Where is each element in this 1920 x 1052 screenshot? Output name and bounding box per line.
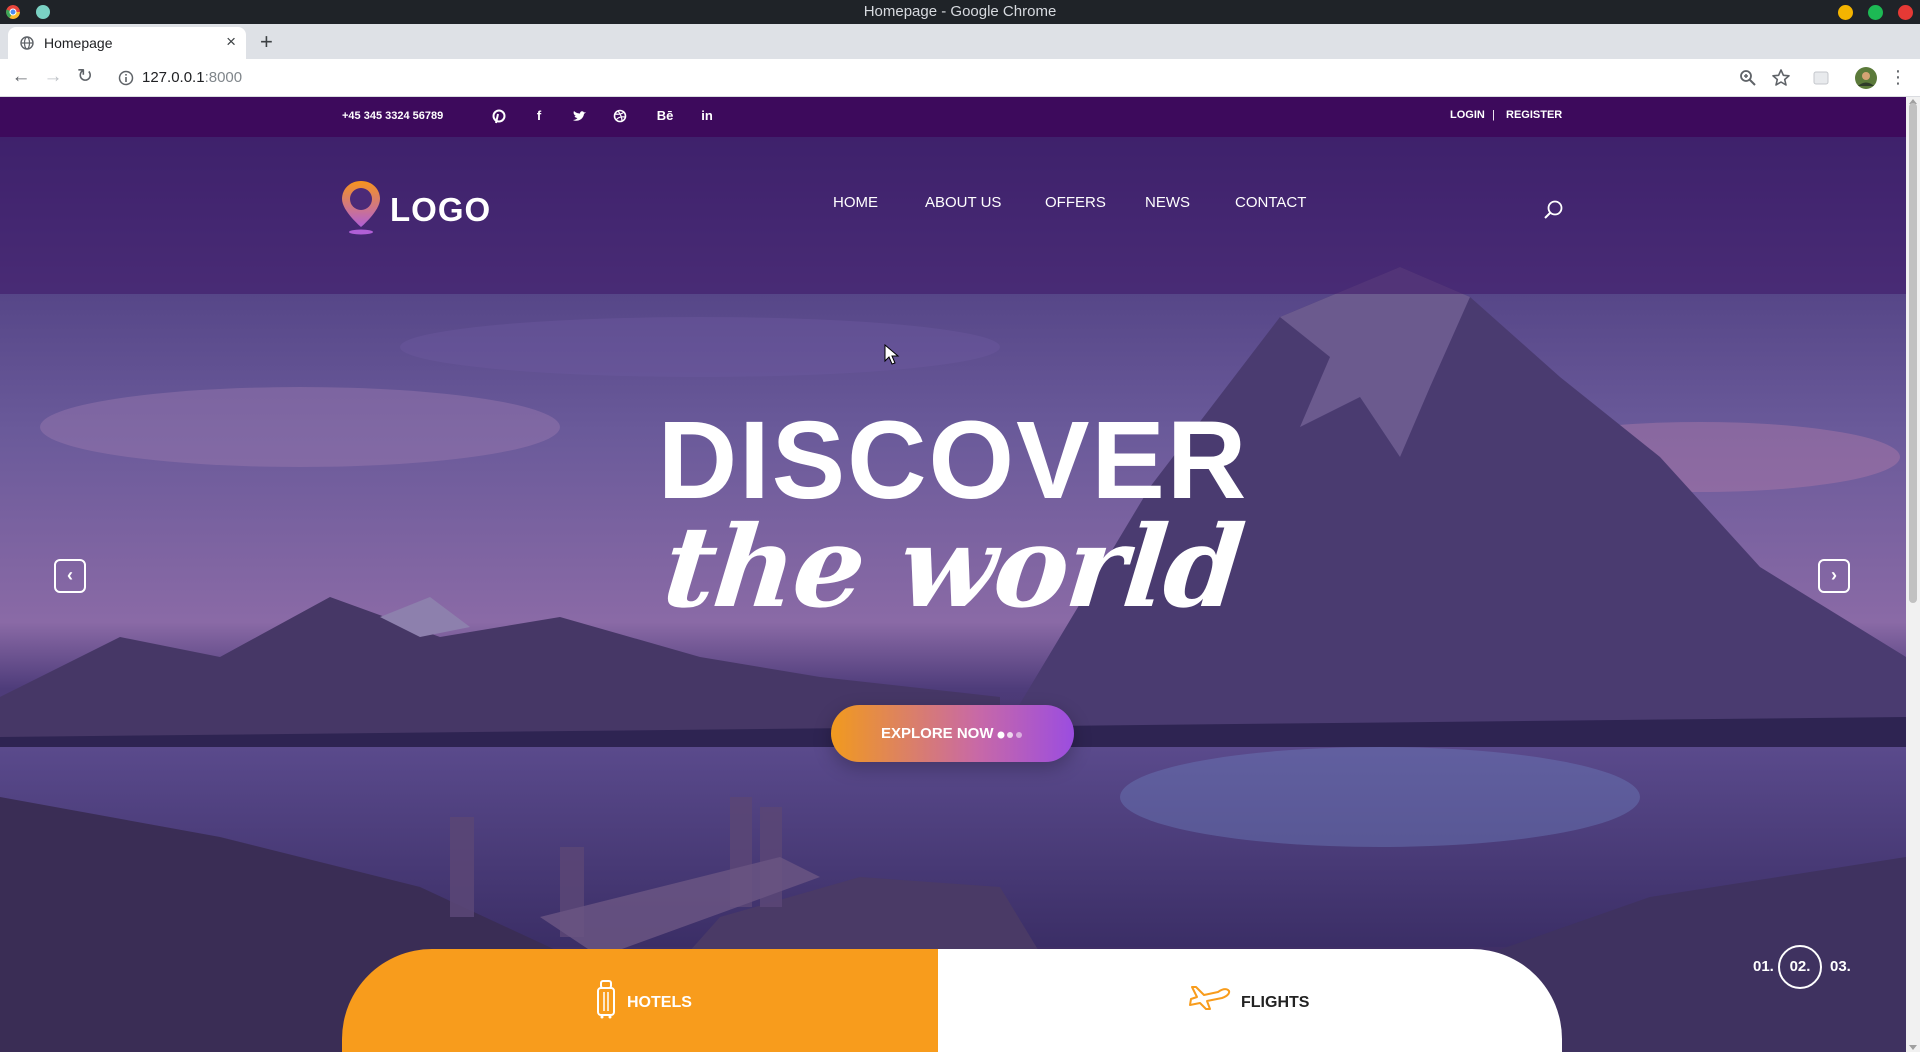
dots-icon (997, 731, 1022, 739)
url-text: 127.0.0.1:8000 (142, 69, 242, 86)
info-icon[interactable] (118, 70, 134, 86)
hero-subheadline: the world (657, 502, 1249, 633)
scrollbar-thumb[interactable] (1909, 103, 1917, 603)
maximize-button[interactable] (1868, 5, 1883, 20)
tab-hotels[interactable]: HOTELS (342, 949, 938, 1052)
slider-prev-button[interactable]: ‹ (54, 559, 86, 593)
booking-tabs: HOTELS FLIGHTS (342, 949, 1562, 1052)
slide-pager-3[interactable]: 03. (1830, 958, 1851, 975)
phone-number: +45 345 3324 56789 (342, 110, 444, 122)
explore-now-label: EXPLORE NOW (881, 725, 994, 742)
suitcase-icon (597, 980, 615, 1019)
menu-kebab-icon[interactable]: ⋮ (1888, 67, 1908, 87)
address-bar[interactable]: 127.0.0.1:8000 (108, 63, 1772, 93)
behance-icon[interactable]: Bē (654, 106, 676, 126)
page-scrollbar[interactable] (1906, 97, 1920, 1052)
tab-strip: Homepage × (0, 24, 1920, 59)
globe-icon (20, 36, 34, 50)
nav-about-us[interactable]: ABOUT US (925, 194, 1001, 211)
mouse-cursor-icon (884, 344, 900, 365)
profile-avatar[interactable] (1855, 67, 1877, 89)
nav-home[interactable]: HOME (833, 194, 878, 211)
top-info-bar: +45 345 3324 56789 f Bē in LOGIN | REGIS… (0, 97, 1906, 137)
explore-now-button[interactable]: EXPLORE NOW (831, 705, 1074, 762)
close-window-button[interactable] (1898, 5, 1913, 20)
register-link[interactable]: REGISTER (1506, 109, 1562, 121)
nav-offers[interactable]: OFFERS (1045, 194, 1106, 211)
window-title: Homepage - Google Chrome (863, 3, 1057, 20)
bookmark-star-icon[interactable] (1771, 68, 1791, 88)
forward-arrow-icon[interactable]: → (43, 67, 63, 87)
close-tab-icon[interactable]: × (226, 32, 236, 52)
facebook-icon[interactable]: f (529, 106, 549, 126)
minimize-button[interactable] (1838, 5, 1853, 20)
slide-pager-1[interactable]: 01. (1753, 958, 1774, 975)
page-viewport: +45 345 3324 56789 f Bē in LOGIN | REGIS… (0, 97, 1906, 1052)
pinterest-icon[interactable] (489, 106, 509, 126)
twitter-icon[interactable] (569, 106, 589, 126)
window-titlebar: Homepage - Google Chrome (0, 0, 1920, 24)
airplane-icon (1189, 986, 1231, 1010)
tab-title: Homepage (44, 35, 113, 51)
search-icon[interactable] (1542, 199, 1564, 221)
login-link[interactable]: LOGIN (1450, 109, 1485, 121)
tab-flights-label: FLIGHTS (1241, 994, 1310, 1011)
auth-separator: | (1492, 109, 1495, 121)
tab-homepage[interactable]: Homepage × (8, 27, 246, 59)
nav-news[interactable]: NEWS (1145, 194, 1190, 211)
zoom-icon[interactable] (1738, 68, 1758, 88)
new-tab-button[interactable]: + (260, 29, 273, 55)
tab-hotels-label: HOTELS (627, 994, 692, 1011)
reload-icon[interactable]: ↻ (75, 67, 95, 87)
slider-next-button[interactable]: › (1818, 559, 1850, 593)
slide-pager-2-active[interactable]: 02. (1778, 945, 1822, 989)
back-arrow-icon[interactable]: ← (11, 67, 31, 87)
linkedin-icon[interactable]: in (697, 106, 717, 126)
url-port: :8000 (204, 69, 243, 86)
tab-flights[interactable]: FLIGHTS (938, 949, 1562, 1052)
dribbble-icon[interactable] (610, 106, 630, 126)
url-host: 127.0.0.1 (142, 69, 205, 86)
extension-icon[interactable] (1811, 68, 1831, 88)
nav-contact[interactable]: CONTACT (1235, 194, 1306, 211)
scroll-down-arrow[interactable] (1909, 1045, 1917, 1050)
site-logo-text[interactable]: LOGO (390, 191, 491, 229)
location-pin-logo-icon[interactable] (339, 179, 383, 235)
site-header: LOGO HOME ABOUT US OFFERS NEWS CONTACT (0, 137, 1906, 294)
browser-toolbar: ← → ↻ 127.0.0.1:8000 ⋮ (0, 59, 1920, 97)
